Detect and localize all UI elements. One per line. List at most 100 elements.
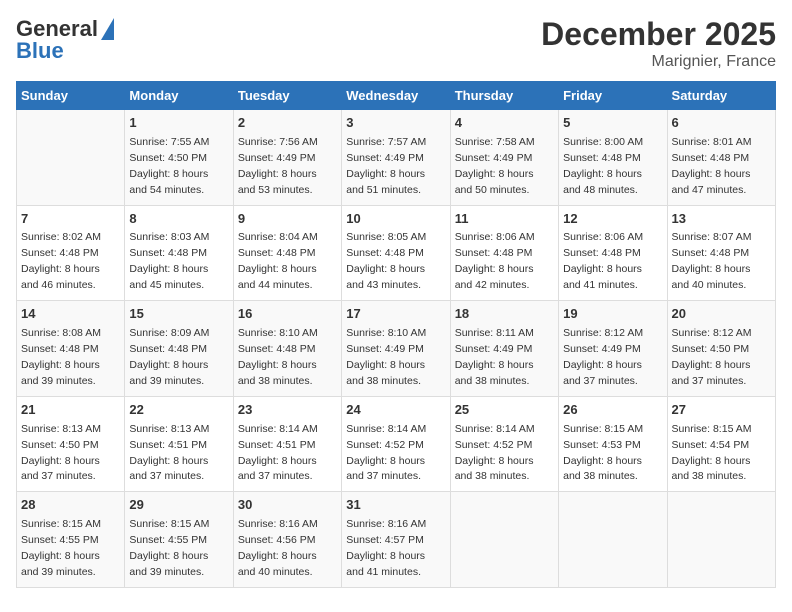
weekday-header-friday: Friday	[559, 82, 667, 110]
day-info: Sunrise: 8:13 AM Sunset: 4:51 PM Dayligh…	[129, 423, 209, 483]
calendar-cell: 5 Sunrise: 8:00 AM Sunset: 4:48 PM Daylig…	[559, 110, 667, 206]
weekday-header-saturday: Saturday	[667, 82, 775, 110]
day-number: 26	[563, 401, 662, 420]
calendar-week-row: 1 Sunrise: 7:55 AM Sunset: 4:50 PM Daylig…	[17, 110, 776, 206]
day-number: 20	[672, 305, 771, 324]
day-info: Sunrise: 8:02 AM Sunset: 4:48 PM Dayligh…	[21, 231, 101, 291]
day-info: Sunrise: 8:15 AM Sunset: 4:55 PM Dayligh…	[129, 518, 209, 578]
day-info: Sunrise: 7:56 AM Sunset: 4:49 PM Dayligh…	[238, 136, 318, 196]
calendar-cell: 4 Sunrise: 7:58 AM Sunset: 4:49 PM Daylig…	[450, 110, 558, 206]
day-info: Sunrise: 7:57 AM Sunset: 4:49 PM Dayligh…	[346, 136, 426, 196]
day-info: Sunrise: 8:14 AM Sunset: 4:52 PM Dayligh…	[455, 423, 535, 483]
calendar-cell: 16 Sunrise: 8:10 AM Sunset: 4:48 PM Dayli…	[233, 301, 341, 397]
weekday-header-sunday: Sunday	[17, 82, 125, 110]
page-header: General Blue December 2025 Marignier, Fr…	[16, 16, 776, 71]
day-number: 8	[129, 210, 228, 229]
day-number: 6	[672, 114, 771, 133]
day-info: Sunrise: 8:03 AM Sunset: 4:48 PM Dayligh…	[129, 231, 209, 291]
day-number: 24	[346, 401, 445, 420]
day-info: Sunrise: 8:15 AM Sunset: 4:55 PM Dayligh…	[21, 518, 101, 578]
day-number: 12	[563, 210, 662, 229]
calendar-cell: 6Sunrise: 8:01 AM Sunset: 4:48 PM Daylig…	[667, 110, 775, 206]
day-number: 3	[346, 114, 445, 133]
calendar-cell	[559, 492, 667, 588]
day-number: 18	[455, 305, 554, 324]
day-number: 5	[563, 114, 662, 133]
weekday-header-row: SundayMondayTuesdayWednesdayThursdayFrid…	[17, 82, 776, 110]
day-info: Sunrise: 8:15 AM Sunset: 4:53 PM Dayligh…	[563, 423, 643, 483]
calendar-week-row: 7 Sunrise: 8:02 AM Sunset: 4:48 PM Daylig…	[17, 205, 776, 301]
day-number: 7	[21, 210, 120, 229]
calendar-cell: 2Sunrise: 7:56 AM Sunset: 4:49 PM Daylig…	[233, 110, 341, 206]
day-number: 16	[238, 305, 337, 324]
calendar-cell: 18 Sunrise: 8:11 AM Sunset: 4:49 PM Dayli…	[450, 301, 558, 397]
calendar-week-row: 28 Sunrise: 8:15 AM Sunset: 4:55 PM Dayli…	[17, 492, 776, 588]
day-number: 25	[455, 401, 554, 420]
calendar-cell: 26 Sunrise: 8:15 AM Sunset: 4:53 PM Dayli…	[559, 396, 667, 492]
day-number: 10	[346, 210, 445, 229]
day-number: 13	[672, 210, 771, 229]
day-info: Sunrise: 8:08 AM Sunset: 4:48 PM Dayligh…	[21, 327, 101, 387]
day-info: Sunrise: 8:15 AM Sunset: 4:54 PM Dayligh…	[672, 423, 752, 483]
calendar-cell: 22 Sunrise: 8:13 AM Sunset: 4:51 PM Dayli…	[125, 396, 233, 492]
calendar-cell: 7 Sunrise: 8:02 AM Sunset: 4:48 PM Daylig…	[17, 205, 125, 301]
page-subtitle: Marignier, France	[541, 53, 776, 71]
day-info: Sunrise: 8:14 AM Sunset: 4:51 PM Dayligh…	[238, 423, 318, 483]
day-info: Sunrise: 8:10 AM Sunset: 4:48 PM Dayligh…	[238, 327, 318, 387]
logo-triangle-icon	[101, 18, 114, 40]
calendar-cell: 12 Sunrise: 8:06 AM Sunset: 4:48 PM Dayli…	[559, 205, 667, 301]
calendar-cell: 1 Sunrise: 7:55 AM Sunset: 4:50 PM Daylig…	[125, 110, 233, 206]
day-info: Sunrise: 8:04 AM Sunset: 4:48 PM Dayligh…	[238, 231, 318, 291]
day-info: Sunrise: 7:58 AM Sunset: 4:49 PM Dayligh…	[455, 136, 535, 196]
page-title: December 2025	[541, 16, 776, 53]
calendar-cell: 8 Sunrise: 8:03 AM Sunset: 4:48 PM Daylig…	[125, 205, 233, 301]
day-number: 31	[346, 496, 445, 515]
day-info: Sunrise: 8:06 AM Sunset: 4:48 PM Dayligh…	[563, 231, 643, 291]
day-info: Sunrise: 8:11 AM Sunset: 4:49 PM Dayligh…	[455, 327, 534, 387]
weekday-header-thursday: Thursday	[450, 82, 558, 110]
calendar-cell: 3 Sunrise: 7:57 AM Sunset: 4:49 PM Daylig…	[342, 110, 450, 206]
calendar-cell: 19Sunrise: 8:12 AM Sunset: 4:49 PM Dayli…	[559, 301, 667, 397]
day-info: Sunrise: 8:10 AM Sunset: 4:49 PM Dayligh…	[346, 327, 426, 387]
logo-blue: Blue	[16, 38, 64, 64]
day-number: 28	[21, 496, 120, 515]
day-info: Sunrise: 8:00 AM Sunset: 4:48 PM Dayligh…	[563, 136, 643, 196]
calendar-cell: 30Sunrise: 8:16 AM Sunset: 4:56 PM Dayli…	[233, 492, 341, 588]
calendar-cell: 21 Sunrise: 8:13 AM Sunset: 4:50 PM Dayli…	[17, 396, 125, 492]
day-info: Sunrise: 8:06 AM Sunset: 4:48 PM Dayligh…	[455, 231, 535, 291]
calendar-cell: 17 Sunrise: 8:10 AM Sunset: 4:49 PM Dayli…	[342, 301, 450, 397]
calendar-cell: 13 Sunrise: 8:07 AM Sunset: 4:48 PM Dayli…	[667, 205, 775, 301]
weekday-header-tuesday: Tuesday	[233, 82, 341, 110]
day-info: Sunrise: 7:55 AM Sunset: 4:50 PM Dayligh…	[129, 136, 209, 196]
calendar-cell: 20 Sunrise: 8:12 AM Sunset: 4:50 PM Dayli…	[667, 301, 775, 397]
day-info: Sunrise: 8:16 AM Sunset: 4:57 PM Dayligh…	[346, 518, 426, 578]
calendar-cell	[17, 110, 125, 206]
day-number: 22	[129, 401, 228, 420]
day-number: 30	[238, 496, 337, 515]
day-number: 17	[346, 305, 445, 324]
day-number: 4	[455, 114, 554, 133]
day-number: 21	[21, 401, 120, 420]
calendar-cell: 23 Sunrise: 8:14 AM Sunset: 4:51 PM Dayli…	[233, 396, 341, 492]
calendar-cell: 14Sunrise: 8:08 AM Sunset: 4:48 PM Dayli…	[17, 301, 125, 397]
calendar-cell: 28 Sunrise: 8:15 AM Sunset: 4:55 PM Dayli…	[17, 492, 125, 588]
day-info: Sunrise: 8:13 AM Sunset: 4:50 PM Dayligh…	[21, 423, 101, 483]
day-number: 1	[129, 114, 228, 133]
day-number: 9	[238, 210, 337, 229]
calendar-cell: 11 Sunrise: 8:06 AM Sunset: 4:48 PM Dayli…	[450, 205, 558, 301]
day-info: Sunrise: 8:12 AM Sunset: 4:49 PM Dayligh…	[563, 327, 643, 387]
day-number: 11	[455, 210, 554, 229]
day-info: Sunrise: 8:05 AM Sunset: 4:48 PM Dayligh…	[346, 231, 426, 291]
calendar-cell: 29Sunrise: 8:15 AM Sunset: 4:55 PM Dayli…	[125, 492, 233, 588]
calendar-cell: 27Sunrise: 8:15 AM Sunset: 4:54 PM Dayli…	[667, 396, 775, 492]
day-info: Sunrise: 8:14 AM Sunset: 4:52 PM Dayligh…	[346, 423, 426, 483]
calendar-cell: 10 Sunrise: 8:05 AM Sunset: 4:48 PM Dayli…	[342, 205, 450, 301]
day-info: Sunrise: 8:07 AM Sunset: 4:48 PM Dayligh…	[672, 231, 752, 291]
calendar-cell	[450, 492, 558, 588]
day-number: 23	[238, 401, 337, 420]
day-info: Sunrise: 8:12 AM Sunset: 4:50 PM Dayligh…	[672, 327, 752, 387]
logo: General Blue	[16, 16, 114, 64]
day-info: Sunrise: 8:09 AM Sunset: 4:48 PM Dayligh…	[129, 327, 209, 387]
calendar-cell	[667, 492, 775, 588]
calendar-cell: 9 Sunrise: 8:04 AM Sunset: 4:48 PM Daylig…	[233, 205, 341, 301]
